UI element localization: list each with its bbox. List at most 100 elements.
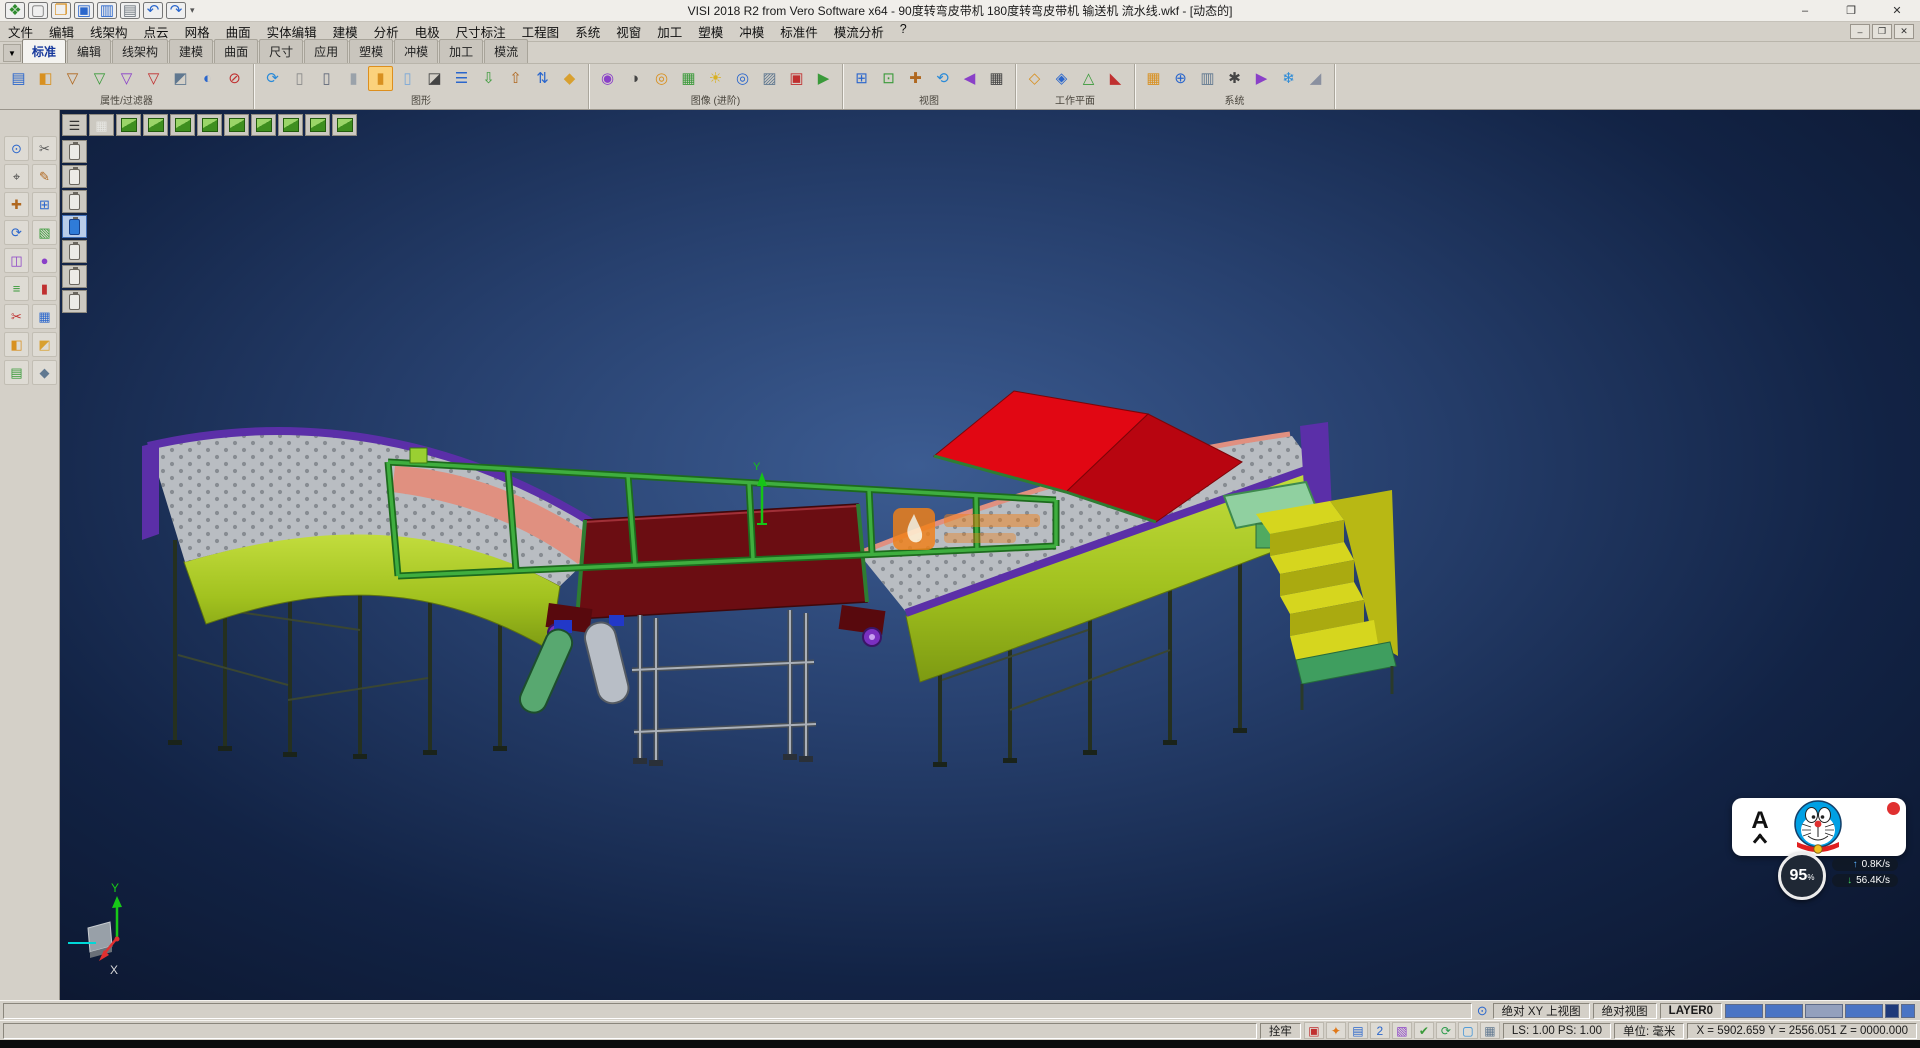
modified-flag-icon[interactable]: ▣	[1304, 1022, 1324, 1039]
menu-item[interactable]: 冲模	[731, 20, 772, 43]
menu-item[interactable]: 模流分析	[826, 20, 892, 43]
pan-view-icon[interactable]: ✚	[903, 66, 928, 91]
toolbar-tab[interactable]: 线架构	[112, 39, 168, 63]
view-iso-icon[interactable]	[116, 114, 141, 136]
display-filter-3[interactable]	[62, 190, 87, 213]
model-canvas[interactable]: Y Y X	[60, 110, 1920, 1000]
toolbar-tab[interactable]: 尺寸	[259, 39, 303, 63]
display-filter-6[interactable]	[62, 265, 87, 288]
snowflake-icon[interactable]: ❄	[1276, 66, 1301, 91]
mesh-icon[interactable]: ▦	[32, 304, 57, 329]
attribute-paint-icon[interactable]: ◧	[33, 66, 58, 91]
network-monitor-card[interactable]: A	[1732, 798, 1906, 856]
wedge-icon[interactable]: ◢	[1303, 66, 1328, 91]
wireframe-view-icon[interactable]: ▯	[287, 66, 312, 91]
workplane-entity-icon[interactable]: ◈	[1049, 66, 1074, 91]
play-animation-icon[interactable]: ▶	[811, 66, 836, 91]
zoom-extents-icon[interactable]: ⊡	[876, 66, 901, 91]
absolute-view-cell[interactable]: 绝对视图	[1593, 1003, 1657, 1019]
display-filter-4[interactable]	[62, 215, 87, 238]
offset-tool-icon[interactable]: ≡	[4, 276, 29, 301]
toolbar-tab[interactable]: 加工	[439, 39, 483, 63]
view-manager-icon[interactable]: ▦	[984, 66, 1009, 91]
app-icon[interactable]: ❖	[5, 2, 25, 19]
workplane-standard-icon[interactable]: ◇	[1022, 66, 1047, 91]
view-count-icon[interactable]: 2	[1370, 1022, 1390, 1039]
sync-graphics-icon[interactable]: ⇅	[530, 66, 555, 91]
mirror-tool-icon[interactable]: ◫	[4, 248, 29, 273]
orbit-view-icon[interactable]: ⟲	[930, 66, 955, 91]
sphere-icon[interactable]: ●	[32, 248, 57, 273]
left-conveyor[interactable]	[142, 431, 613, 650]
menu-item[interactable]: 加工	[649, 20, 690, 43]
filter-layer-icon[interactable]: ▽	[114, 66, 139, 91]
move-tool-icon[interactable]: ✚	[4, 192, 29, 217]
toolbar-tab[interactable]: 应用	[304, 39, 348, 63]
palette-icon[interactable]: ◆	[32, 360, 57, 385]
display-filter-2[interactable]	[62, 165, 87, 188]
clear-filter-icon[interactable]: ⊘	[222, 66, 247, 91]
material-icon[interactable]: ◎	[649, 66, 674, 91]
graphics-alert-icon[interactable]: ◆	[557, 66, 582, 91]
swatch-icon[interactable]: ◩	[32, 332, 57, 357]
view-front-icon[interactable]	[170, 114, 195, 136]
lighting-icon[interactable]: ☀	[703, 66, 728, 91]
attribute-editor-icon[interactable]: ▤	[6, 66, 31, 91]
tab-dropdown-button[interactable]: ▼	[3, 44, 21, 62]
view-left-icon[interactable]	[224, 114, 249, 136]
print-status-icon[interactable]: ▤	[1348, 1022, 1368, 1039]
view-top-icon[interactable]	[143, 114, 168, 136]
redo-icon[interactable]: ↷	[166, 2, 186, 19]
lock-toggle[interactable]: 拴牢	[1260, 1023, 1301, 1039]
active-layer-cell[interactable]: LAYER0	[1660, 1003, 1722, 1019]
redraw-icon[interactable]: ⟳	[260, 66, 285, 91]
new-document-icon[interactable]: ▢	[28, 2, 48, 19]
zoom-tool-icon[interactable]: ⊙	[4, 136, 29, 161]
close-button[interactable]: ✕	[1874, 0, 1920, 21]
toolbar-tab[interactable]: 曲面	[214, 39, 258, 63]
view-trimetric-icon[interactable]	[332, 114, 357, 136]
background-icon[interactable]: ▨	[757, 66, 782, 91]
display-filter-5[interactable]	[62, 240, 87, 263]
save-icon[interactable]: ▣	[74, 2, 94, 19]
refresh-status-icon[interactable]: ⟳	[1436, 1022, 1456, 1039]
workplane-3points-icon[interactable]: △	[1076, 66, 1101, 91]
select-tool-icon[interactable]: ⌖	[4, 164, 29, 189]
percent-badge[interactable]: 95 %	[1778, 852, 1826, 900]
shaded-edges-view-icon[interactable]: ▮	[368, 66, 393, 91]
toolbar-tab[interactable]: 塑模	[349, 39, 393, 63]
viewport[interactable]: Y Y X	[60, 110, 1920, 1000]
grid-status-icon[interactable]: ▦	[1480, 1022, 1500, 1039]
view-right-icon[interactable]	[251, 114, 276, 136]
filter-all-icon[interactable]: ▽	[60, 66, 85, 91]
color-segment[interactable]	[1885, 1004, 1899, 1018]
customize-toolbar-arrow[interactable]: ▾	[186, 5, 199, 16]
camera-icon[interactable]: ◎	[730, 66, 755, 91]
gouraud-view-icon[interactable]: ▮	[341, 66, 366, 91]
mdi-close-button[interactable]: ✕	[1894, 24, 1914, 39]
view-orientation-cell[interactable]: 绝对 XY 上视图	[1493, 1003, 1590, 1019]
view-bottom-icon[interactable]	[278, 114, 303, 136]
minimize-button[interactable]: –	[1782, 0, 1828, 21]
hidden-line-view-icon[interactable]: ▯	[314, 66, 339, 91]
macro-play-icon[interactable]: ▶	[1249, 66, 1274, 91]
maximize-button[interactable]: ❐	[1828, 0, 1874, 21]
options-icon[interactable]: ✱	[1222, 66, 1247, 91]
workplane-view-icon[interactable]: ◣	[1103, 66, 1128, 91]
check-status-icon[interactable]: ✔	[1414, 1022, 1434, 1039]
graphics-list-icon[interactable]: ☰	[449, 66, 474, 91]
yellow-stairs[interactable]	[1256, 490, 1398, 710]
toolbar-tab[interactable]: 建模	[169, 39, 213, 63]
texture-icon[interactable]: ▦	[676, 66, 701, 91]
load-graphics-icon[interactable]: ⇩	[476, 66, 501, 91]
view-back-icon[interactable]	[197, 114, 222, 136]
previous-view-icon[interactable]: ◀	[957, 66, 982, 91]
menu-item[interactable]: ?	[892, 20, 915, 43]
color-segment[interactable]	[1845, 1004, 1883, 1018]
toolbar-tab[interactable]: 冲模	[394, 39, 438, 63]
color-segment[interactable]	[1725, 1004, 1763, 1018]
filter-color-icon[interactable]: ▽	[87, 66, 112, 91]
print-icon[interactable]: ▤	[120, 2, 140, 19]
mdi-minimize-button[interactable]: –	[1850, 24, 1870, 39]
calculator-icon[interactable]: ▥	[1195, 66, 1220, 91]
